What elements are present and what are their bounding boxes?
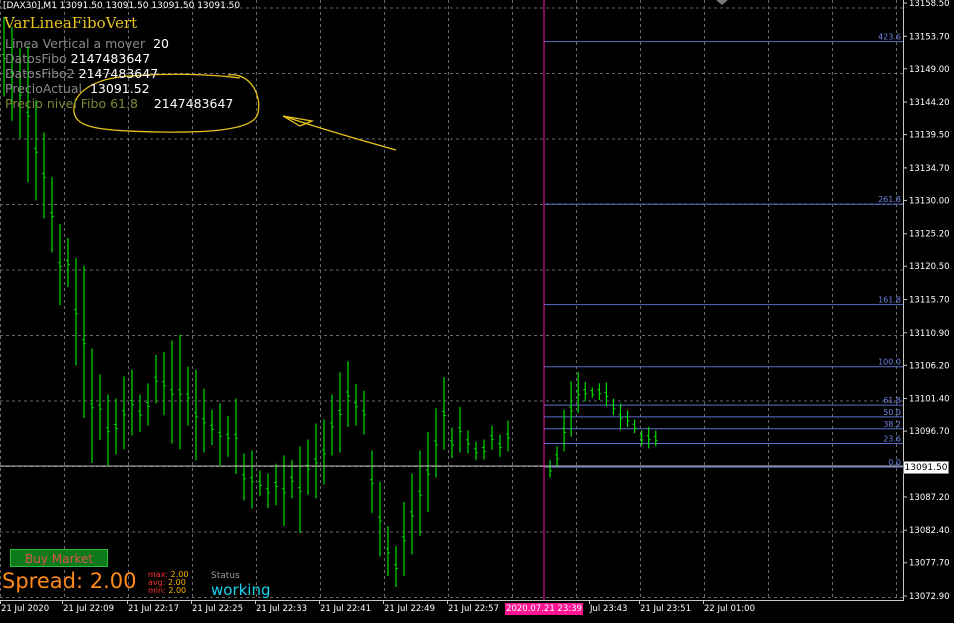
time-tick-label: 21 Jul 22:49: [384, 604, 435, 614]
price-tick-label: 13087.20: [909, 493, 950, 503]
buy-market-button[interactable]: Buy Market: [10, 549, 108, 567]
indicator-title: VarLineaFiboVert: [4, 14, 138, 32]
price-tick-label: 13110.90: [909, 329, 950, 339]
price-tick-label: 13144.20: [909, 98, 950, 108]
price-tick-label: 13115.70: [909, 296, 950, 306]
fibo-level-label: 61.8: [883, 396, 901, 405]
fibo-level-label: 161.8: [878, 296, 901, 305]
price-tick-label: 13125.20: [909, 230, 950, 240]
price-tick-label: 13101.40: [909, 395, 950, 405]
fibo-levels: 423.6261.8161.8100.061.850.038.223.60.0: [544, 33, 903, 468]
info-value: 2147483647: [153, 96, 234, 111]
time-tick-label: 22 Jul 01:00: [704, 604, 755, 614]
info-value: 13091.52: [89, 81, 150, 96]
info-row-precio-nivel: Precio nivel Fibo 61.8 2147483647: [5, 96, 233, 111]
price-tick-label: 13149.00: [909, 65, 950, 75]
info-label: Linea Vertical a mover: [5, 36, 146, 51]
status-label: Status: [211, 571, 240, 581]
current-price-label: 13091.50: [903, 461, 949, 474]
info-value: 2147483647: [78, 66, 159, 81]
spread-label: Spread: 2.00: [2, 569, 137, 593]
fibo-level-label: 38.2: [883, 420, 901, 429]
time-axis: 21 Jul 2020 21 Jul 22:09 21 Jul 22:17 21 Ju…: [0, 600, 755, 614]
time-tick-label: 21 Jul 2020: [1, 604, 49, 614]
spread-min-label: min:: [148, 586, 166, 595]
price-tick-label: 13072.90: [909, 592, 950, 602]
time-tick-label: 21 Jul 22:25: [192, 604, 243, 614]
price-axis: 13158.50 13153.70 13149.00 13144.20 13139.50…: [903, 0, 950, 602]
price-tick-label: 13139.50: [909, 131, 950, 141]
price-tick-label: 13153.70: [909, 32, 950, 42]
fibo-level-label: 100.0: [878, 358, 901, 367]
time-tick-label: 21 Jul 22:41: [320, 604, 371, 614]
price-tick-label: 13096.70: [909, 427, 950, 437]
price-tick-label: 13158.50: [909, 0, 950, 9]
info-row-precio-actual: PrecioActual 13091.52: [5, 81, 150, 96]
info-row-vertical-line: Linea Vertical a mover 20: [5, 36, 169, 51]
fibo-level-label: 261.8: [878, 195, 901, 204]
time-tick-label: 21 Jul 22:09: [63, 604, 114, 614]
price-tick-label: 13130.00: [909, 196, 950, 206]
time-tick-label: Jul 23:43: [589, 604, 627, 614]
time-tick-label: 21 Jul 23:51: [640, 604, 691, 614]
vertical-line-time-label: 2020.07.21 23:39: [505, 603, 583, 615]
time-tick-label: 21 Jul 22:57: [448, 604, 499, 614]
status-value: working: [211, 581, 271, 599]
info-value: 2147483647: [70, 51, 151, 66]
info-row-datosfibo: DatosFibo 2147483647: [5, 51, 150, 66]
symbol-header: [DAX30],M1 13091.50 13091.50 13091.50 13…: [3, 1, 241, 11]
fibo-level-label: 23.6: [883, 434, 901, 443]
price-tick-label: 13106.20: [909, 361, 950, 371]
price-tick-label: 13134.70: [909, 164, 950, 174]
price-tick-label: 13077.70: [909, 559, 950, 569]
info-row-datosfibo2: DatosFibo2 2147483647: [5, 66, 158, 81]
info-value: 20: [153, 36, 169, 51]
price-tick-label: 13082.40: [909, 526, 950, 536]
time-tick-label: 21 Jul 22:17: [128, 604, 179, 614]
info-label: Precio nivel Fibo 61.8: [5, 96, 138, 111]
scroll-marker-icon[interactable]: [716, 0, 728, 5]
info-label: DatosFibo: [5, 51, 67, 66]
fibo-level-label: 423.6: [878, 33, 901, 42]
info-label: DatosFibo2: [5, 66, 75, 81]
info-label: PrecioActual: [5, 81, 83, 96]
spread-min-value: 2.00: [168, 586, 187, 595]
price-tick-label: 13120.50: [909, 262, 950, 272]
spread-min: min: 2.00: [148, 587, 186, 595]
time-tick-label: 21 Jul 22:33: [256, 604, 307, 614]
fibo-level-label: 50.0: [883, 408, 901, 417]
